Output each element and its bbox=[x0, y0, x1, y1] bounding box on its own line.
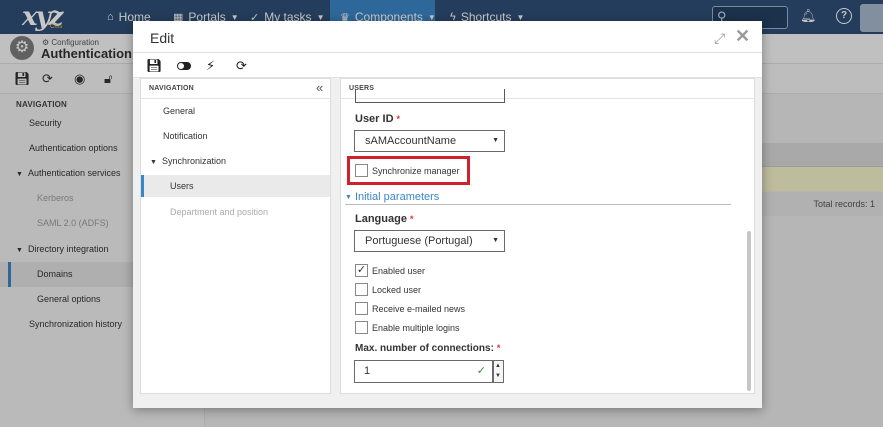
dialog-navigation-panel: NAVIGATION « General Notification ▼ Synch… bbox=[140, 78, 331, 394]
edit-dialog: Edit ⤢ ✕ 💾︎ ⚡︎ ⟳ NAVIGATION « General No… bbox=[133, 21, 762, 408]
nav-item-general[interactable]: General bbox=[141, 100, 330, 122]
enabled-user-checkbox[interactable]: ✓ Enabled user bbox=[355, 264, 425, 279]
user-id-value: sAMAccountName bbox=[365, 135, 457, 147]
max-connections-input[interactable]: 1 ✓ bbox=[354, 360, 493, 383]
quantity-stepper[interactable]: ▲ ▼ bbox=[493, 360, 504, 383]
user-id-label: User ID * bbox=[355, 113, 401, 125]
enabled-user-label: Enabled user bbox=[372, 266, 426, 276]
highlight-box bbox=[347, 156, 470, 185]
chevron-down-icon: ▼ bbox=[492, 137, 499, 144]
navigation-panel-header: NAVIGATION « bbox=[141, 79, 330, 99]
nav-item-users[interactable]: Users bbox=[141, 175, 330, 197]
required-marker: * bbox=[496, 343, 501, 353]
required-marker: * bbox=[409, 214, 414, 224]
stepper-up-icon[interactable]: ▲ bbox=[495, 363, 501, 369]
section-initial-parameters[interactable]: ▼ Initial parameters bbox=[345, 191, 731, 205]
collapse-triangle-icon: ▼ bbox=[345, 194, 352, 201]
multiple-logins-checkbox[interactable]: Enable multiple logins bbox=[355, 321, 460, 336]
refresh-icon[interactable]: ⟳ bbox=[236, 58, 247, 74]
dialog-body: NAVIGATION « General Notification ▼ Synch… bbox=[133, 78, 762, 408]
language-label: Language * bbox=[355, 213, 414, 225]
locked-user-label: Locked user bbox=[372, 285, 422, 295]
valid-check-icon: ✓ bbox=[476, 365, 486, 377]
required-marker: * bbox=[396, 114, 401, 124]
navigation-heading: NAVIGATION bbox=[149, 85, 194, 92]
dialog-content-panel: USERS User ID * sAMAccountName ▼ Synchron… bbox=[340, 78, 755, 394]
nav-item-department-and-position: Department and position bbox=[170, 207, 269, 217]
checkbox[interactable] bbox=[355, 283, 368, 297]
language-value: Portuguese (Portugal) bbox=[365, 235, 473, 247]
nav-item-notification[interactable]: Notification bbox=[141, 125, 330, 147]
disconnect-icon[interactable]: ⚡︎ bbox=[206, 58, 215, 74]
dialog-toolbar: 💾︎ ⚡︎ ⟳ bbox=[133, 52, 762, 78]
nav-item-synchronization[interactable]: ▼ Synchronization bbox=[141, 150, 330, 172]
stepper-down-icon[interactable]: ▼ bbox=[495, 373, 501, 379]
close-icon[interactable]: ✕ bbox=[735, 26, 750, 47]
checkbox[interactable] bbox=[355, 302, 368, 316]
dialog-title: Edit bbox=[150, 30, 175, 46]
collapse-triangle-icon: ▼ bbox=[150, 159, 157, 166]
previous-field[interactable] bbox=[355, 89, 505, 103]
language-select[interactable]: Portuguese (Portugal) ▼ bbox=[354, 230, 505, 252]
save-icon[interactable]: 💾︎ bbox=[146, 58, 163, 74]
checkbox-checked[interactable]: ✓ bbox=[355, 264, 368, 278]
receive-news-checkbox[interactable]: Receive e-mailed news bbox=[355, 302, 465, 317]
checkbox[interactable] bbox=[355, 321, 368, 335]
toggle-icon[interactable] bbox=[177, 62, 191, 70]
max-connections-value: 1 bbox=[364, 365, 371, 377]
chevron-down-icon: ▼ bbox=[492, 237, 499, 244]
receive-news-label: Receive e-mailed news bbox=[372, 304, 466, 314]
expand-icon[interactable]: ⤢ bbox=[714, 30, 725, 47]
vertical-scrollbar[interactable] bbox=[747, 231, 751, 391]
collapse-panel-icon[interactable]: « bbox=[316, 80, 323, 95]
user-id-select[interactable]: sAMAccountName ▼ bbox=[354, 130, 505, 152]
locked-user-checkbox[interactable]: Locked user bbox=[355, 283, 421, 298]
multiple-logins-label: Enable multiple logins bbox=[372, 323, 460, 333]
max-connections-label: Max. number of connections: * bbox=[355, 343, 501, 354]
